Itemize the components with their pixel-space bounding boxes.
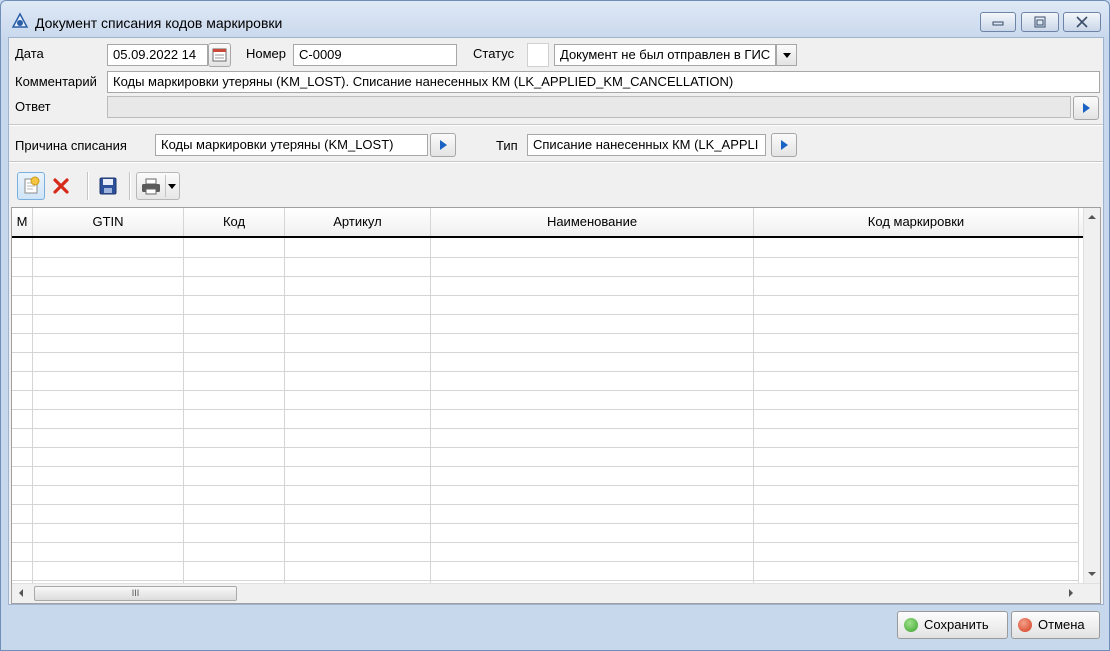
number-field[interactable]: C-0009 <box>293 44 457 66</box>
column-header-code[interactable]: Код <box>184 208 285 236</box>
horizontal-scroll-thumb[interactable]: III <box>34 586 237 601</box>
row-divider <box>12 371 1079 372</box>
type-label: Тип <box>496 138 518 153</box>
form-body: Дата 05.09.2022 14 Номер C-0009 Статус Д… <box>8 37 1104 605</box>
row-divider <box>12 295 1079 296</box>
row-divider <box>12 409 1079 410</box>
row-divider <box>12 466 1079 467</box>
chevron-down-icon[interactable] <box>168 184 176 189</box>
separator <box>9 161 1103 163</box>
comment-field[interactable]: Коды маркировки утеряны (KM_LOST). Списа… <box>107 71 1100 93</box>
calendar-button[interactable] <box>208 43 231 67</box>
row-divider <box>12 390 1079 391</box>
row-divider <box>12 485 1079 486</box>
row-divider <box>12 561 1079 562</box>
column-header-m[interactable]: М <box>12 208 33 236</box>
row-divider <box>12 542 1079 543</box>
close-icon <box>1076 16 1088 28</box>
chevron-down-icon <box>783 53 791 58</box>
save-button[interactable]: Сохранить <box>897 611 1008 639</box>
close-button[interactable] <box>1063 12 1101 32</box>
print-button[interactable] <box>136 172 180 200</box>
vertical-scrollbar[interactable] <box>1083 208 1100 583</box>
date-field[interactable]: 05.09.2022 14 <box>107 44 208 66</box>
document-window: Документ списания кодов маркировки Дата … <box>0 0 1110 651</box>
column-header-gtin[interactable]: GTIN <box>33 208 184 236</box>
arrow-right-icon <box>781 140 788 150</box>
arrow-right-icon <box>1083 103 1090 113</box>
type-open-button[interactable] <box>771 133 797 157</box>
minimize-icon <box>992 21 1004 26</box>
column-divider <box>753 238 754 583</box>
column-divider <box>430 238 431 583</box>
number-label: Номер <box>246 46 287 61</box>
row-divider <box>12 523 1079 524</box>
add-row-button[interactable] <box>17 172 45 200</box>
minimize-button[interactable] <box>980 12 1016 32</box>
reason-field[interactable]: Коды маркировки утеряны (KM_LOST) <box>155 134 428 156</box>
column-divider <box>183 238 184 583</box>
app-icon <box>11 12 29 28</box>
scroll-left-icon[interactable] <box>14 584 28 602</box>
column-header-name[interactable]: Наименование <box>431 208 754 236</box>
date-label: Дата <box>15 46 44 61</box>
status-label: Статус <box>473 46 515 61</box>
scroll-up-icon[interactable] <box>1084 210 1100 224</box>
maximize-icon <box>1034 16 1046 28</box>
toolbar-separator <box>87 172 89 200</box>
status-indicator <box>527 43 549 67</box>
answer-open-button[interactable] <box>1073 96 1099 120</box>
calendar-icon <box>212 48 227 62</box>
check-icon <box>904 618 918 632</box>
row-divider <box>12 447 1079 448</box>
row-divider <box>12 257 1079 258</box>
cancel-button[interactable]: Отмена <box>1011 611 1100 639</box>
split-divider <box>165 175 166 197</box>
print-icon <box>142 178 160 195</box>
column-divider <box>1078 238 1079 583</box>
horizontal-scrollbar[interactable]: III <box>12 583 1100 603</box>
window-title: Документ списания кодов маркировки <box>35 15 283 31</box>
answer-label: Ответ <box>15 99 51 114</box>
save-icon <box>99 177 117 195</box>
separator <box>9 124 1103 126</box>
title-bar[interactable]: Документ списания кодов маркировки <box>1 1 1109 37</box>
add-icon <box>24 176 40 194</box>
items-table[interactable]: М GTIN Код Артикул Наименование Код марк… <box>11 207 1101 604</box>
reason-label: Причина списания <box>15 138 127 153</box>
cancel-icon <box>1018 618 1032 632</box>
row-divider <box>12 428 1079 429</box>
answer-field <box>107 96 1071 118</box>
arrow-right-icon <box>440 140 447 150</box>
toolbar-separator <box>129 172 131 200</box>
save-toolbar-button[interactable] <box>94 172 122 200</box>
table-header: М GTIN Код Артикул Наименование Код марк… <box>12 208 1087 238</box>
delete-row-button[interactable] <box>47 172 75 200</box>
column-header-marking-code[interactable]: Код маркировки <box>754 208 1079 236</box>
save-button-label: Сохранить <box>924 617 989 632</box>
delete-icon <box>53 178 69 194</box>
column-divider <box>32 238 33 583</box>
column-header-article[interactable]: Артикул <box>285 208 431 236</box>
scroll-right-icon[interactable] <box>1064 584 1078 602</box>
row-divider <box>12 504 1079 505</box>
status-dropdown-button[interactable] <box>776 44 797 66</box>
maximize-button[interactable] <box>1021 12 1059 32</box>
row-divider <box>12 276 1079 277</box>
row-divider <box>12 314 1079 315</box>
scroll-down-icon[interactable] <box>1084 567 1100 581</box>
comment-label: Комментарий <box>15 74 97 89</box>
cancel-button-label: Отмена <box>1038 617 1085 632</box>
reason-open-button[interactable] <box>430 133 456 157</box>
row-divider <box>12 352 1079 353</box>
row-divider <box>12 333 1079 334</box>
row-divider <box>12 580 1079 581</box>
column-divider <box>284 238 285 583</box>
type-field[interactable]: Списание нанесенных КМ (LK_APPLI <box>527 134 766 156</box>
status-select[interactable]: Документ не был отправлен в ГИС <box>554 44 776 66</box>
